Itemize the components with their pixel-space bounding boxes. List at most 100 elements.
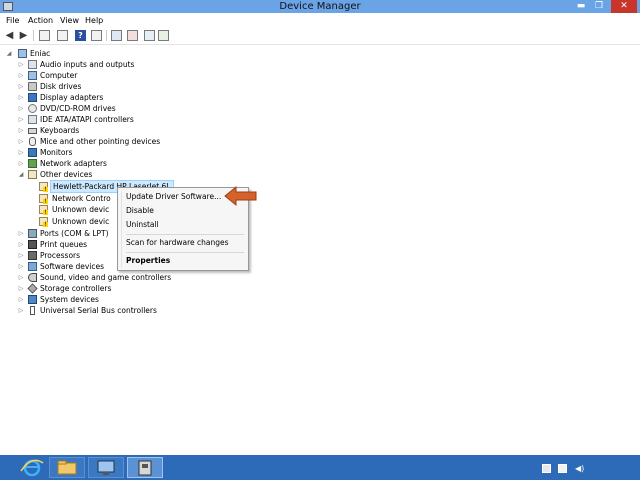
tree-item-monitors[interactable]: ▷ Monitors [0,147,300,158]
expand-arrow-icon[interactable]: ▷ [18,81,24,92]
tree-item-label: Monitors [40,148,73,157]
tree-item-label: Sound, video and game controllers [40,273,172,282]
menu-item-properties[interactable]: Properties [126,255,170,267]
collapse-arrow-icon[interactable]: ◢ [6,48,12,59]
menu-help[interactable]: Help [85,13,103,28]
close-button[interactable]: ✕ [611,0,637,13]
menu-item-uninstall[interactable]: Uninstall [126,219,159,231]
expand-arrow-icon[interactable]: ▷ [18,305,24,316]
tree-item-label: Computer [40,71,78,80]
expand-arrow-icon[interactable]: ▷ [18,136,24,147]
uninstall-icon[interactable] [127,30,138,41]
tree-item-network-adapters[interactable]: ▷ Network adapters [0,158,300,169]
tree-root-label: Eniac [30,49,51,58]
maximize-button[interactable]: ❐ [592,0,606,13]
forward-icon[interactable]: ▶ [18,30,29,41]
tree-item-computer[interactable]: ▷ Computer [0,70,300,81]
view-icon[interactable] [91,30,102,41]
back-icon[interactable]: ◀ [4,30,15,41]
tree-item-other-devices[interactable]: ◢ Other devices [0,169,300,180]
file-explorer-icon[interactable] [49,457,85,478]
warning-device-icon [39,217,48,227]
tree-item-audio[interactable]: ▷ Audio inputs and outputs [0,59,300,70]
tree-item-label: Network Contro [52,194,111,203]
expand-arrow-icon[interactable]: ▷ [18,147,24,158]
menu-item-update-driver[interactable]: Update Driver Software... [126,191,221,203]
warning-device-icon [39,205,48,215]
computer-icon [18,49,27,58]
tree-item-label: System devices [40,295,99,304]
expand-arrow-icon[interactable]: ▷ [18,114,24,125]
tree-root[interactable]: ◢ Eniac [0,48,200,59]
monitor-icon [28,148,37,157]
expand-arrow-icon[interactable]: ▷ [18,70,24,81]
toolbar-separator [106,30,107,41]
internet-explorer-icon[interactable] [14,457,50,478]
taskbar: ◀) [0,455,640,480]
printer-icon [28,240,37,249]
expand-arrow-icon[interactable]: ▷ [18,261,24,272]
toolbar-separator [33,30,34,41]
context-menu-gutter [121,191,122,267]
network-icon [28,159,37,168]
software-icon [28,262,37,271]
tree-item-label: DVD/CD-ROM drives [40,104,116,113]
menu-action[interactable]: Action [28,13,53,28]
properties-icon[interactable] [57,30,68,41]
disk-icon [28,82,37,91]
menu-separator [126,234,244,235]
collapse-arrow-icon[interactable]: ◢ [18,169,24,180]
tree-item-storage-controllers[interactable]: ▷ Storage controllers [0,283,300,294]
menu-item-disable[interactable]: Disable [126,205,154,217]
scan-hardware-icon[interactable] [158,30,169,41]
network-tray-icon[interactable] [558,464,567,473]
tree-item-label: Display adapters [40,93,104,102]
expand-arrow-icon[interactable]: ▷ [18,228,24,239]
show-hide-tree-icon[interactable] [39,30,50,41]
expand-arrow-icon[interactable]: ▷ [18,294,24,305]
expand-arrow-icon[interactable]: ▷ [18,250,24,261]
update-driver-icon[interactable] [111,30,122,41]
title-bar: Device Manager ▬ ❐ ✕ [0,0,640,13]
tree-item-system-devices[interactable]: ▷ System devices [0,294,300,305]
volume-icon[interactable]: ◀) [575,464,584,473]
expand-arrow-icon[interactable]: ▷ [18,283,24,294]
remote-desktop-icon[interactable] [88,457,124,478]
annotation-arrow-icon [224,185,257,207]
menu-view[interactable]: View [60,13,79,28]
processor-icon [28,251,37,260]
menu-item-scan-hardware[interactable]: Scan for hardware changes [126,237,229,249]
speaker-icon [28,60,37,69]
tree-item-usb-controllers[interactable]: ▷ Universal Serial Bus controllers [0,305,300,316]
window-title: Device Manager [279,1,361,12]
tree-item-mice[interactable]: ▷ Mice and other pointing devices [0,136,300,147]
expand-arrow-icon[interactable]: ▷ [18,239,24,250]
keyboard-icon [28,128,37,134]
disable-device-icon[interactable] [144,30,155,41]
tree-item-display-adapters[interactable]: ▷ Display adapters [0,92,300,103]
tree-item-disk-drives[interactable]: ▷ Disk drives [0,81,300,92]
tree-item-ide[interactable]: ▷ IDE ATA/ATAPI controllers [0,114,300,125]
help-icon[interactable]: ? [75,30,86,41]
device-manager-taskbar-icon[interactable] [127,457,163,478]
expand-arrow-icon[interactable]: ▷ [18,103,24,114]
expand-arrow-icon[interactable]: ▷ [18,92,24,103]
tree-item-label: Print queues [40,240,88,249]
dvd-icon [28,104,37,113]
expand-arrow-icon[interactable]: ▷ [18,59,24,70]
port-icon [28,229,37,238]
action-center-icon[interactable] [542,464,551,473]
system-icon [28,295,37,304]
menu-file[interactable]: File [6,13,19,28]
expand-arrow-icon[interactable]: ▷ [18,125,24,136]
tree-item-dvd[interactable]: ▷ DVD/CD-ROM drives [0,103,300,114]
tree-item-keyboards[interactable]: ▷ Keyboards [0,125,300,136]
minimize-button[interactable]: ▬ [574,0,588,13]
tree-item-label: Disk drives [40,82,82,91]
tree-item-label: Audio inputs and outputs [40,60,135,69]
expand-arrow-icon[interactable]: ▷ [18,272,24,283]
expand-arrow-icon[interactable]: ▷ [18,158,24,169]
tree-item-sound[interactable]: ▷ Sound, video and game controllers [0,272,300,283]
tree-item-label: Unknown devic [52,205,110,214]
mouse-icon [29,137,36,146]
